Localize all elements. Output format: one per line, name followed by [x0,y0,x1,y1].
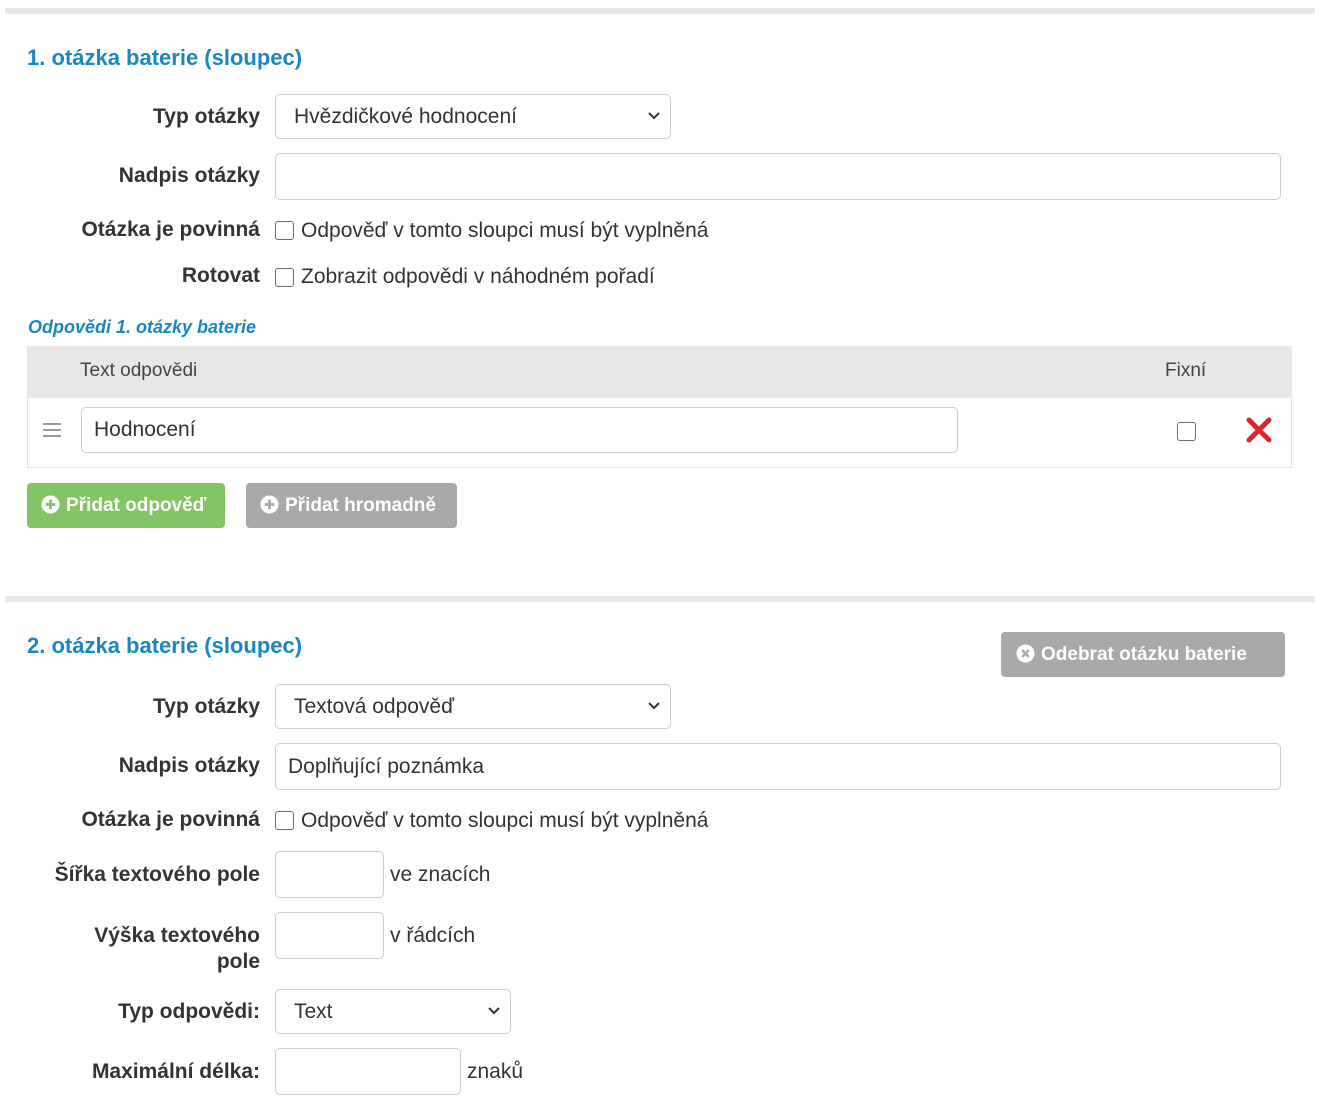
q2-height-label-line1: Výška textového [94,924,260,947]
section-divider-top [5,8,1315,14]
add-answer-label: Přidat odpověď [66,495,207,516]
q2-maxlen-input[interactable] [275,1048,461,1095]
col-header-text: Text odpovědi [80,360,198,381]
q1-rotate-label: Rotovat [181,264,260,287]
answer-text-input[interactable]: Hodnocení [81,407,958,453]
plus-circle-icon [41,495,60,514]
q2-height-unit: v řádcích [390,924,476,947]
q1-type-label: Typ otázky [153,105,260,128]
add-answer-button[interactable]: Přidat odpověď [27,483,225,528]
q2-type-label: Typ otázky [153,695,260,718]
answers-table-header: Text odpovědi Fixní [27,346,1292,398]
table-row: Hodnocení [27,398,1292,468]
q2-required-label: Otázka je povinná [81,808,260,831]
q1-type-select[interactable]: Hvězdičkové hodnocení [275,94,671,139]
drag-handle-icon[interactable] [43,422,63,438]
q2-heading-input[interactable]: Doplňující poznámka [275,743,1281,790]
q2-width-label: Šířka textového pole [54,863,260,886]
add-bulk-button[interactable]: Přidat hromadně [246,483,457,528]
q1-type-select-value: Hvězdičkové hodnocení [294,105,517,128]
x-circle-icon [1016,644,1035,663]
q2-maxlen-label: Maximální délka: [91,1060,260,1083]
section-divider [5,596,1315,602]
plus-circle-icon [260,495,279,514]
q2-type-select[interactable]: Textová odpověď [275,684,671,729]
chevron-down-icon [648,112,660,120]
q2-heading-label: Nadpis otázky [118,754,260,777]
q2-height-label: Výška textového pole [27,923,260,975]
q2-height-label-line2: pole [216,950,260,973]
q2-answer-type-select[interactable]: Text [275,989,511,1034]
q2-required-text: Odpověď v tomto sloupci musí být vyplněn… [301,809,709,832]
q1-heading-input[interactable] [275,153,1281,200]
q1-answers-heading: Odpovědi 1. otázky baterie [28,317,257,337]
close-icon[interactable] [1246,417,1272,443]
chevron-down-icon [648,702,660,710]
q1-required-checkbox[interactable] [275,221,294,240]
question-1-title: 1. otázka baterie (sloupec) [27,45,303,70]
q2-answer-type-label: Typ odpovědi: [118,1000,260,1023]
q2-type-select-value: Textová odpověď [294,695,455,718]
answer-fixed-checkbox[interactable] [1177,422,1196,441]
q1-heading-label: Nadpis otázky [118,164,260,187]
q2-answer-type-value: Text [294,1000,333,1023]
q2-height-input[interactable] [275,912,384,959]
remove-question-label: Odebrat otázku baterie [1041,644,1247,665]
col-header-fixed: Fixní [1165,360,1207,381]
q1-rotate-checkbox[interactable] [275,268,294,287]
chevron-down-icon [488,1007,500,1015]
q2-required-checkbox[interactable] [275,811,294,830]
q2-width-input[interactable] [275,851,384,898]
q2-maxlen-unit: znaků [467,1060,524,1083]
q1-rotate-text: Zobrazit odpovědi v náhodném pořadí [301,265,655,288]
q1-required-label: Otázka je povinná [81,218,260,241]
q1-required-text: Odpověď v tomto sloupci musí být vyplněn… [301,219,709,242]
remove-question-button[interactable]: Odebrat otázku baterie [1001,632,1285,677]
question-2-title: 2. otázka baterie (sloupec) [27,633,303,658]
q2-width-unit: ve znacích [390,863,491,886]
add-bulk-label: Přidat hromadně [285,495,436,516]
